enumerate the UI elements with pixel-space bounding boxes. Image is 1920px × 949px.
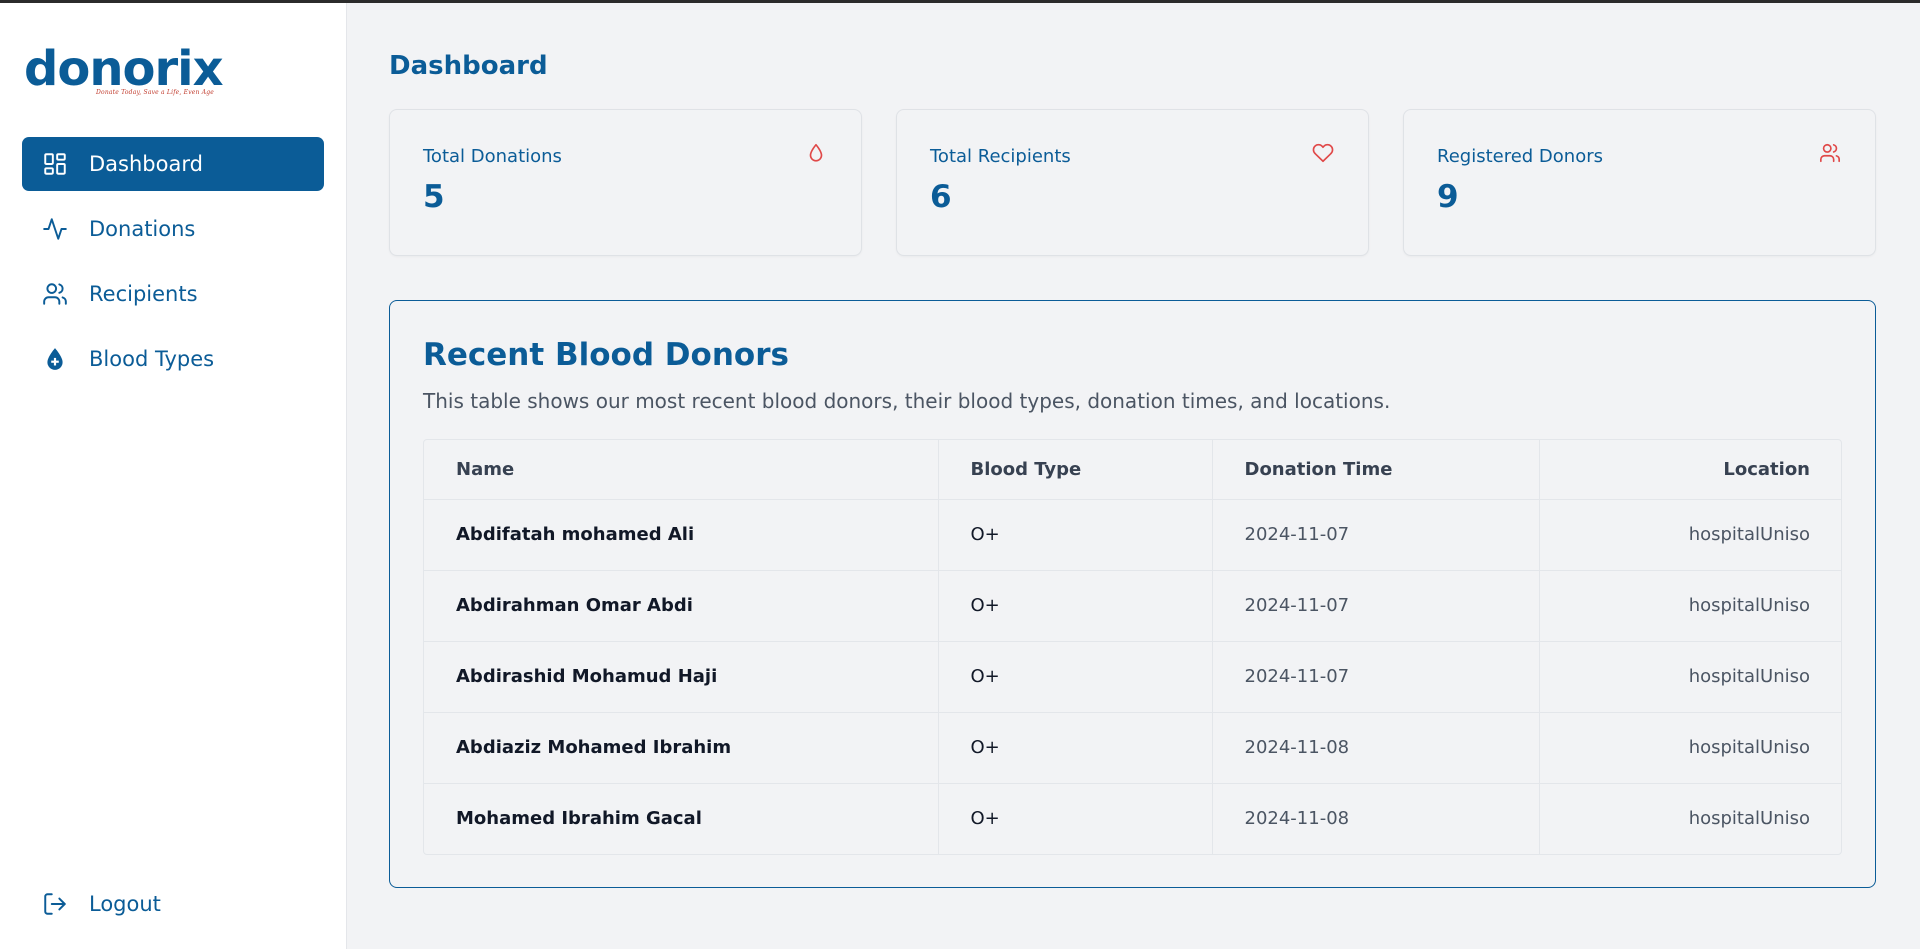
logout-icon [42,891,68,917]
panel-title: Recent Blood Donors [423,337,789,373]
cell-location: hospitalUniso [1538,569,1841,641]
cell-donation-time: 2024-11-08 [1211,711,1539,783]
stat-card-value: 6 [930,179,952,215]
sidebar-item-dashboard[interactable]: Dashboard [22,137,324,191]
stat-card-value: 5 [423,179,445,215]
donors-table: Name Blood Type Donation Time Location A… [424,440,1841,854]
cell-name: Abdifatah mohamed Ali [456,524,695,545]
panel-description: This table shows our most recent blood d… [423,389,1391,413]
cell-location: hospitalUniso [1538,782,1841,854]
stat-card-total-donations: Total Donations 5 [389,109,862,256]
cell-blood-type: O+ [937,499,1212,570]
users-icon [1819,142,1841,164]
cell-name: Mohamed Ibrahim Gacal [424,782,938,854]
stat-card-registered-donors: Registered Donors 9 [1403,109,1876,256]
logout-button[interactable]: Logout [22,879,324,929]
cell-donation-time: 2024-11-07 [1211,499,1539,570]
sidebar-item-donations[interactable]: Donations [22,202,324,256]
cell-name: Abdirashid Mohamud Haji [424,640,938,712]
cell-donation-time: 2024-11-08 [1211,782,1539,854]
logo-wordmark: donorix [24,41,224,97]
cell-donation-time: 2024-11-07 [1211,569,1539,641]
logout-label: Logout [89,892,161,916]
heart-icon [1312,142,1334,164]
column-header-donation-time: Donation Time [1211,440,1539,500]
table-row[interactable]: Mohamed Ibrahim Gacal O+ 2024-11-08 hosp… [424,782,1841,854]
main-content: Dashboard Total Donations 5 Total Recipi… [347,3,1920,949]
sidebar-item-label: Donations [89,217,196,241]
recent-donors-panel: Recent Blood Donors This table shows our… [389,300,1876,888]
cell-location: hospitalUniso [1538,711,1841,783]
column-header-blood-type: Blood Type [937,440,1212,500]
stat-card-label: Total Donations [423,146,562,167]
grid-icon [42,151,68,177]
table-row[interactable]: Abdiaziz Mohamed Ibrahim O+ 2024-11-08 h… [424,711,1841,783]
table-header-row: Name Blood Type Donation Time Location [424,440,1841,500]
cell-blood-type: O+ [937,782,1212,854]
stat-card-label: Total Recipients [930,146,1071,167]
sidebar-item-label: Blood Types [89,347,215,371]
stat-card-total-recipients: Total Recipients 6 [896,109,1369,256]
stat-cards: Total Donations 5 Total Recipients 6 Reg… [389,109,1876,256]
cell-blood-type: O+ [937,569,1212,641]
stat-card-value: 9 [1437,179,1459,215]
sidebar-item-blood-types[interactable]: Blood Types [22,332,324,386]
sidebar-nav: Dashboard Donations Recipients Blood Typ… [0,137,346,397]
sidebar-item-label: Recipients [89,282,198,306]
table-row[interactable]: Abdirahman Omar Abdi O+ 2024-11-07 hospi… [424,569,1841,641]
cell-blood-type: O+ [937,711,1212,783]
donors-table-container: Name Blood Type Donation Time Location A… [423,439,1842,855]
droplet-icon [805,142,827,164]
cell-name: Abdirahman Omar Abdi [424,569,938,641]
column-header-name: Name [424,440,938,500]
cell-location: hospitalUniso [1538,640,1841,712]
sidebar-item-label: Dashboard [89,152,203,176]
blood-drop-icon [42,346,68,372]
table-row[interactable]: Abdifatah mohamed Ali O+ 2024-11-07 hosp… [424,499,1841,570]
users-icon [42,281,68,307]
app-root: donorix Donate Today, Save a Life, Even … [0,3,1920,949]
cell-donation-time: 2024-11-07 [1211,640,1539,712]
cell-name: Abdiaziz Mohamed Ibrahim [424,711,938,783]
sidebar-item-recipients[interactable]: Recipients [22,267,324,321]
logo[interactable]: donorix Donate Today, Save a Life, Even … [0,3,346,137]
table-row[interactable]: Abdirashid Mohamud Haji O+ 2024-11-07 ho… [424,640,1841,712]
activity-icon [42,216,68,242]
cell-location: hospitalUniso [1538,499,1841,570]
sidebar: donorix Donate Today, Save a Life, Even … [0,3,347,949]
stat-card-label: Registered Donors [1437,146,1604,167]
column-header-location: Location [1538,440,1841,500]
page-title: Dashboard [389,51,548,81]
cell-blood-type: O+ [937,640,1212,712]
